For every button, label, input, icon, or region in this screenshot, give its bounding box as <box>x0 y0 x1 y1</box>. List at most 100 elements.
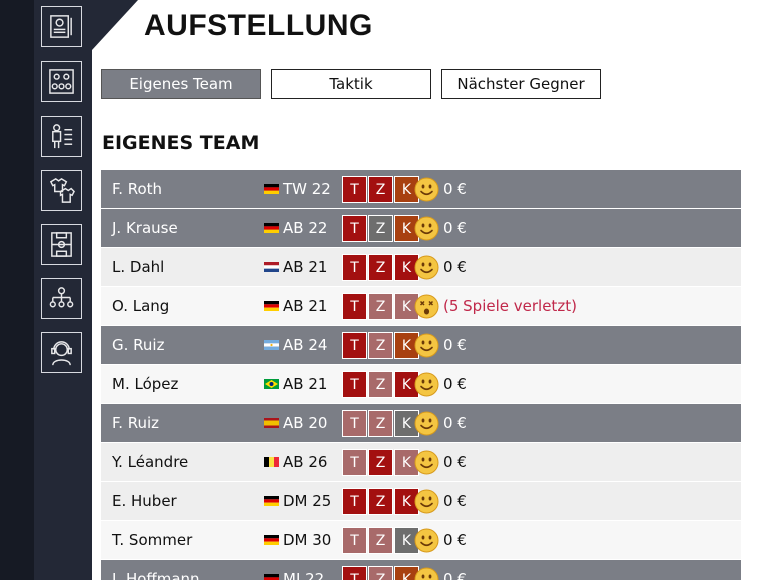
coach-headset-icon <box>51 341 72 366</box>
player-position-age: DM 30 <box>283 531 332 549</box>
player-row[interactable]: F. Ruiz AB 20 T Z K 0 € <box>101 404 741 443</box>
player-value: 0 € <box>443 531 467 549</box>
belgium-flag-icon <box>264 457 279 467</box>
player-name[interactable]: Y. Léandre <box>112 443 188 482</box>
player-position-age: AB 24 <box>283 336 328 354</box>
player-row[interactable]: J. Hoffmann MI 22 T Z K 0 € <box>101 560 741 580</box>
player-name[interactable]: M. López <box>112 365 178 404</box>
assignment-t-button[interactable]: T <box>342 566 367 580</box>
sidebar-item-org-chart[interactable] <box>41 278 82 319</box>
player-value: 0 € <box>443 492 467 510</box>
player-name[interactable]: J. Hoffmann <box>112 560 200 580</box>
player-value: 0 € <box>443 414 467 432</box>
assignment-t-button[interactable]: T <box>342 332 367 359</box>
assignment-t-button[interactable]: T <box>342 215 367 242</box>
assignment-t-button[interactable]: T <box>342 488 367 515</box>
player-position-age: AB 22 <box>283 219 328 237</box>
happy-face-icon <box>414 177 439 202</box>
player-name[interactable]: L. Dahl <box>112 248 164 287</box>
happy-face-icon <box>414 255 439 280</box>
player-row[interactable]: T. Sommer DM 30 T Z K 0 € <box>101 521 741 560</box>
player-name[interactable]: G. Ruiz <box>112 326 164 365</box>
happy-face-icon <box>414 372 439 397</box>
argentina-flag-icon <box>264 340 279 350</box>
player-position-age: TW 22 <box>283 180 331 198</box>
tab-eigenes-team[interactable]: Eigenes Team <box>101 69 261 99</box>
football-pitch-icon <box>51 232 72 257</box>
assignment-z-button[interactable]: Z <box>368 488 393 515</box>
player-position-age: AB 26 <box>283 453 328 471</box>
sidebar-item-tactics-board[interactable] <box>41 6 82 47</box>
happy-face-icon <box>414 411 439 436</box>
sidebar-item-team-formation[interactable] <box>41 61 82 102</box>
assignment-t-button[interactable]: T <box>342 410 367 437</box>
assignment-z-button[interactable]: Z <box>368 215 393 242</box>
player-value: 0 € <box>443 375 467 393</box>
germany-flag-icon <box>264 184 279 194</box>
sidebar <box>34 0 87 580</box>
player-position-age: AB 21 <box>283 258 328 276</box>
main-content: AUFSTELLUNG Eigenes Team Taktik Nächster… <box>92 0 774 580</box>
player-name[interactable]: O. Lang <box>112 287 169 326</box>
assignment-t-button[interactable]: T <box>342 254 367 281</box>
app-root: AUFSTELLUNG Eigenes Team Taktik Nächster… <box>0 0 774 580</box>
tactics-board-icon <box>50 15 72 38</box>
player-row[interactable]: Y. Léandre AB 26 T Z K 0 € <box>101 443 741 482</box>
sidebar-item-football-pitch[interactable] <box>41 224 82 265</box>
netherlands-flag-icon <box>264 262 279 272</box>
assignment-z-button[interactable]: Z <box>368 254 393 281</box>
happy-face-icon <box>414 333 439 358</box>
player-name[interactable]: T. Sommer <box>112 521 192 560</box>
player-name[interactable]: J. Krause <box>112 209 178 248</box>
injured-face-icon <box>414 294 439 319</box>
player-row[interactable]: J. Krause AB 22 T Z K 0 € <box>101 209 741 248</box>
player-value: 0 € <box>443 570 467 580</box>
org-chart-icon <box>49 287 74 308</box>
player-row[interactable]: G. Ruiz AB 24 T Z K 0 € <box>101 326 741 365</box>
player-row[interactable]: E. Huber DM 25 T Z K 0 € <box>101 482 741 521</box>
assignment-z-button[interactable]: Z <box>368 371 393 398</box>
assignment-t-button[interactable]: T <box>342 176 367 203</box>
assignment-z-button[interactable]: Z <box>368 527 393 554</box>
assignment-t-button[interactable]: T <box>342 293 367 320</box>
player-row[interactable]: L. Dahl AB 21 T Z K 0 € <box>101 248 741 287</box>
player-value: 0 € <box>443 258 467 276</box>
assignment-t-button[interactable]: T <box>342 371 367 398</box>
assignment-z-button[interactable]: Z <box>368 293 393 320</box>
player-value: 0 € <box>443 453 467 471</box>
page-title: AUFSTELLUNG <box>144 9 373 42</box>
player-row[interactable]: O. Lang AB 21 T Z K (5 Spiele verletzt) <box>101 287 741 326</box>
assignment-z-button[interactable]: Z <box>368 410 393 437</box>
assignment-z-button[interactable]: Z <box>368 332 393 359</box>
germany-flag-icon <box>264 223 279 233</box>
tab-taktik[interactable]: Taktik <box>271 69 431 99</box>
happy-face-icon <box>414 489 439 514</box>
left-edge-strip <box>0 0 34 580</box>
assignment-z-button[interactable]: Z <box>368 176 393 203</box>
tab-naechster-gegner[interactable]: Nächster Gegner <box>441 69 601 99</box>
happy-face-icon <box>414 528 439 553</box>
spain-flag-icon <box>264 418 279 428</box>
player-value: 0 € <box>443 180 467 198</box>
assignment-z-button[interactable]: Z <box>368 566 393 580</box>
assignment-t-button[interactable]: T <box>342 527 367 554</box>
player-name[interactable]: E. Huber <box>112 482 177 521</box>
player-name[interactable]: F. Ruiz <box>112 404 159 443</box>
player-position-age: DM 25 <box>283 492 332 510</box>
brazil-flag-icon <box>264 379 279 389</box>
injury-status: (5 Spiele verletzt) <box>443 297 577 315</box>
happy-face-icon <box>414 216 439 241</box>
assignment-z-button[interactable]: Z <box>368 449 393 476</box>
player-name[interactable]: F. Roth <box>112 170 162 209</box>
germany-flag-icon <box>264 574 279 580</box>
sidebar-item-jersey-transfer[interactable] <box>41 170 82 211</box>
player-value: 0 € <box>443 219 467 237</box>
germany-flag-icon <box>264 301 279 311</box>
player-row[interactable]: M. López AB 21 T Z K 0 € <box>101 365 741 404</box>
happy-face-icon <box>414 450 439 475</box>
player-position-age: MI 22 <box>283 570 325 580</box>
sidebar-item-coach[interactable] <box>41 332 82 373</box>
player-row[interactable]: F. Roth TW 22 T Z K 0 € <box>101 170 741 209</box>
assignment-t-button[interactable]: T <box>342 449 367 476</box>
sidebar-item-player-stats[interactable] <box>41 116 82 157</box>
